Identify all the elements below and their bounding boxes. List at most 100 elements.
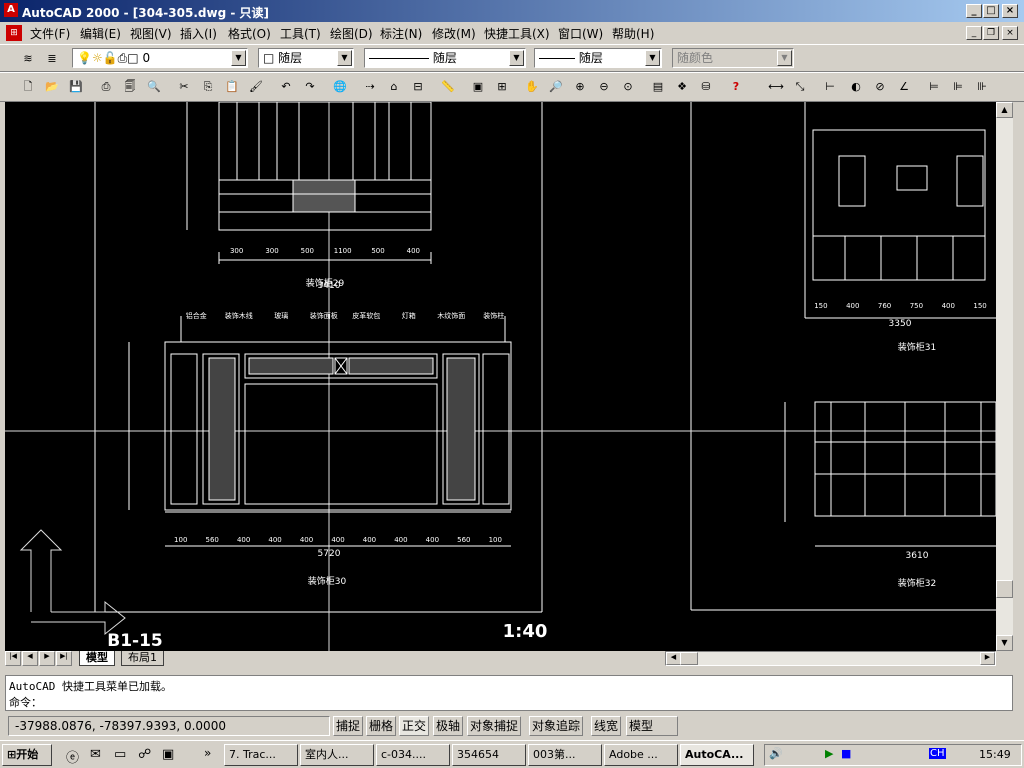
open-file-icon[interactable]: 📂 xyxy=(42,77,62,97)
ie-icon[interactable]: ⓔ xyxy=(66,747,79,766)
doc-minimize-button[interactable]: _ xyxy=(966,26,982,40)
language-indicator[interactable]: CH xyxy=(929,748,946,759)
plotstyle-dropdown[interactable]: 随颜色 ▼ xyxy=(672,48,794,68)
undo-icon[interactable]: ↶ xyxy=(276,77,296,97)
scroll-down-button[interactable]: ▼ xyxy=(996,635,1013,651)
cut-icon[interactable]: ✂ xyxy=(174,77,194,97)
document-icon[interactable]: ⊞ xyxy=(6,25,22,41)
minimize-button[interactable]: _ xyxy=(966,4,982,18)
osnap-toggle[interactable]: 对象捕捉 xyxy=(467,716,522,736)
menu-modify[interactable]: 修改(M) xyxy=(432,25,476,42)
help-icon[interactable]: ? xyxy=(726,77,746,97)
ortho-toggle[interactable]: 正交 xyxy=(399,716,430,736)
copy-icon[interactable]: ⎘ xyxy=(198,77,218,97)
tab-model[interactable]: 模型 xyxy=(79,651,115,666)
scroll-right-button[interactable]: ▶ xyxy=(980,652,995,665)
task-item[interactable]: 354654 xyxy=(452,744,526,766)
menu-tools[interactable]: 工具(T) xyxy=(280,25,321,42)
autocad-app-icon[interactable]: A xyxy=(4,3,18,17)
desktop-icon[interactable]: ▭ xyxy=(114,747,126,762)
menu-draw[interactable]: 绘图(D) xyxy=(330,25,373,42)
scroll-left-button[interactable]: ◀ xyxy=(666,652,681,665)
more-quicklaunch-icon[interactable]: » xyxy=(204,746,211,760)
diameter-dimension-icon[interactable]: ⊘ xyxy=(870,77,890,97)
coordinate-display[interactable]: -37988.0876, -78397.9393, 0.0000 xyxy=(8,716,330,736)
outlook-icon[interactable]: ✉ xyxy=(90,747,101,762)
ordinate-dimension-icon[interactable]: ⊢ xyxy=(820,77,840,97)
properties-icon[interactable]: ▤ xyxy=(648,77,668,97)
hscroll-thumb[interactable] xyxy=(680,652,698,665)
task-item[interactable]: Adobe ... xyxy=(604,744,678,766)
task-item[interactable]: 室内人... xyxy=(300,744,374,766)
hyperlink-icon[interactable]: 🌐 xyxy=(330,77,350,97)
ucs-icon[interactable]: ⊟ xyxy=(408,77,428,97)
first-tab-button[interactable]: |◀ xyxy=(5,651,21,666)
grid-toggle[interactable]: 栅格 xyxy=(366,716,397,736)
menu-edit[interactable]: 编辑(E) xyxy=(80,25,121,42)
design-center-icon[interactable]: ❖ xyxy=(672,77,692,97)
play-icon[interactable]: ▶ xyxy=(825,747,833,760)
snap-from-icon[interactable]: ⌂ xyxy=(384,77,404,97)
menu-insert[interactable]: 插入(I) xyxy=(180,25,217,42)
menu-file[interactable]: 文件(F) xyxy=(30,25,70,42)
pan-icon[interactable]: ✋ xyxy=(522,77,542,97)
chevron-down-icon[interactable]: ▼ xyxy=(231,50,246,66)
snap-toggle[interactable]: 捕捉 xyxy=(333,716,364,736)
layer-previous-icon[interactable]: ≣ xyxy=(42,49,62,69)
color-dropdown[interactable]: □ 随层 ▼ xyxy=(258,48,354,68)
linetype-dropdown[interactable]: 随层 ▼ xyxy=(364,48,526,68)
linear-dimension-icon[interactable]: ⟷ xyxy=(766,77,786,97)
quick-dimension-icon[interactable]: ⊪ xyxy=(972,77,992,97)
zoom-previous-icon[interactable]: ⊖ xyxy=(594,77,614,97)
doc-close-button[interactable]: × xyxy=(1002,26,1018,40)
task-item[interactable]: 003第... xyxy=(528,744,602,766)
new-file-icon[interactable]: 🗋 xyxy=(18,77,38,97)
paste-icon[interactable]: 📋 xyxy=(222,77,242,97)
task-item[interactable]: c-034.... xyxy=(376,744,450,766)
chevron-down-icon[interactable]: ▼ xyxy=(777,50,792,66)
last-tab-button[interactable]: ▶| xyxy=(56,651,72,666)
maximize-button[interactable]: □ xyxy=(983,4,999,18)
layer-dropdown[interactable]: 💡☼🔓⎙□ 0 ▼ xyxy=(72,48,248,68)
lineweight-toggle[interactable]: 线宽 xyxy=(591,716,622,736)
find-icon[interactable]: 🔍 xyxy=(144,77,164,97)
scroll-thumb[interactable] xyxy=(996,580,1013,598)
viewport-icon[interactable]: ⊞ xyxy=(492,77,512,97)
zoom-realtime-icon[interactable]: 🔎 xyxy=(546,77,566,97)
prev-tab-button[interactable]: ◀ xyxy=(22,651,38,666)
scroll-up-button[interactable]: ▲ xyxy=(996,102,1013,118)
menu-dimension[interactable]: 标注(N) xyxy=(380,25,422,42)
aligned-dimension-icon[interactable]: ⤡ xyxy=(790,77,810,97)
distance-icon[interactable]: 📏 xyxy=(438,77,458,97)
otrack-toggle[interactable]: 对象追踪 xyxy=(529,716,584,736)
next-tab-button[interactable]: ▶ xyxy=(39,651,55,666)
continue-dimension-icon[interactable]: ⊫ xyxy=(948,77,968,97)
zoom-window-icon[interactable]: ⊕ xyxy=(570,77,590,97)
command-window[interactable]: AutoCAD 快捷工具菜单已加载。 命令： xyxy=(5,675,1013,711)
drawing-canvas[interactable]: 3410 装饰柜29 5720 装饰柜30 3350 装饰柜31 3610 装饰… xyxy=(5,102,996,651)
quicklaunch-icon[interactable]: ☍ xyxy=(138,747,151,762)
chevron-down-icon[interactable]: ▼ xyxy=(509,50,524,66)
radius-dimension-icon[interactable]: ◐ xyxy=(846,77,866,97)
task-item[interactable]: 7. Trac... xyxy=(224,744,298,766)
match-properties-icon[interactable]: 🖌 xyxy=(246,77,266,97)
redo-icon[interactable]: ↷ xyxy=(300,77,320,97)
tab-layout1[interactable]: 布局1 xyxy=(121,651,164,666)
lineweight-dropdown[interactable]: 随层 ▼ xyxy=(534,48,662,68)
media-icon[interactable]: ▣ xyxy=(162,747,174,762)
command-prompt[interactable]: 命令： xyxy=(9,694,42,710)
vertical-scrollbar[interactable]: ▲ ▼ xyxy=(996,102,1013,651)
tracking-icon[interactable]: ⇢ xyxy=(360,77,380,97)
layers-icon[interactable]: ≋ xyxy=(18,49,38,69)
print-icon[interactable]: ⎙ xyxy=(96,77,116,97)
chevron-down-icon[interactable]: ▼ xyxy=(645,50,660,66)
horizontal-scrollbar[interactable]: ◀ ▶ xyxy=(665,651,996,666)
close-button[interactable]: × xyxy=(1002,4,1018,18)
task-item-active[interactable]: AutoCA... xyxy=(680,744,754,766)
volume-icon[interactable]: 🔊 xyxy=(769,747,783,760)
start-button[interactable]: ⊞开始 xyxy=(2,744,52,766)
doc-restore-button[interactable]: ❐ xyxy=(983,26,999,40)
menu-quicktools[interactable]: 快捷工具(X) xyxy=(484,25,550,42)
polar-toggle[interactable]: 极轴 xyxy=(433,716,464,736)
stop-icon[interactable]: ■ xyxy=(841,747,851,760)
